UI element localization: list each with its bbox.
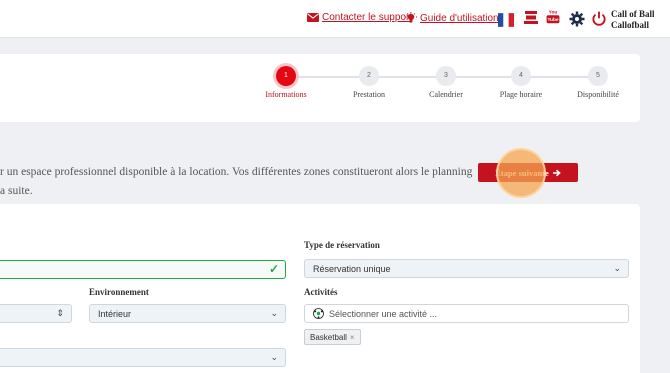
- step-number: 4: [511, 66, 531, 86]
- step-calendrier[interactable]: 3 Calendrier: [411, 66, 481, 99]
- name-field[interactable]: ✓: [0, 260, 286, 279]
- power-icon[interactable]: [591, 11, 607, 27]
- youtube-icon[interactable]: YouTube: [545, 8, 561, 24]
- step-plage-horaire[interactable]: 4 Plage horaire: [486, 66, 556, 99]
- step-prestation[interactable]: 2 Prestation: [334, 66, 404, 99]
- intro-line: a suite.: [0, 185, 33, 197]
- svg-text:Tube: Tube: [547, 17, 558, 23]
- step-number: 5: [588, 66, 608, 86]
- intro-line: r un espace professionnel disponible à l…: [0, 166, 473, 178]
- user-guide-link[interactable]: Guide d'utilisation: [405, 12, 499, 24]
- step-informations[interactable]: 1 Informations: [251, 66, 321, 99]
- chevron-down-icon: ⌄: [270, 308, 278, 318]
- activity-tag-basketball[interactable]: Basketball ×: [304, 329, 361, 345]
- environnement-select[interactable]: Intérieur ⌄: [89, 304, 286, 323]
- user-handle: Callofball: [611, 20, 650, 30]
- arrow-right-icon: [552, 169, 561, 176]
- french-flag-icon[interactable]: [498, 12, 514, 28]
- environnement-value: Intérieur: [98, 308, 132, 319]
- form-card: ✓ Type de réservation Réservation unique…: [0, 204, 640, 373]
- step-label: Disponibilité: [577, 90, 619, 99]
- gear-icon[interactable]: [569, 11, 585, 27]
- intro-text: r un espace professionnel disponible à l…: [0, 163, 472, 201]
- step-number: 2: [359, 66, 379, 86]
- step-label: Plage horaire: [499, 90, 543, 99]
- chevron-down-icon: ⌄: [613, 263, 621, 273]
- type-reservation-label: Type de réservation: [304, 240, 380, 250]
- type-reservation-value: Réservation unique: [313, 263, 391, 274]
- svg-text:You: You: [549, 10, 558, 16]
- activites-label: Activités: [304, 287, 338, 297]
- step-label: Informations: [265, 90, 307, 99]
- remove-tag-icon[interactable]: ×: [350, 333, 355, 342]
- step-label: Prestation: [353, 90, 385, 99]
- activity-tag-label: Basketball: [310, 332, 347, 342]
- check-icon: ✓: [268, 262, 279, 276]
- step-disponibilite[interactable]: 5 Disponibilité: [563, 66, 633, 99]
- step-number: 3: [436, 66, 456, 86]
- environnement-label: Environnement: [89, 287, 149, 297]
- sort-icon: ⇕: [56, 308, 64, 318]
- activites-select[interactable]: Sélectionner une activité ...: [304, 304, 629, 323]
- contact-support-link[interactable]: Contacter le support: [307, 12, 412, 23]
- left-select[interactable]: ⇕: [0, 304, 72, 323]
- soccer-ball-icon: [313, 308, 324, 319]
- top-bar: Contacter le support Guide d'utilisation…: [0, 0, 670, 38]
- next-step-label: Étape suivante: [495, 167, 549, 178]
- chevron-down-icon: ⌄: [270, 352, 278, 362]
- store-icon[interactable]: [523, 10, 539, 26]
- type-reservation-select[interactable]: Réservation unique ⌄: [304, 259, 629, 278]
- lightbulb-icon: [405, 12, 417, 23]
- contact-support-label: Contacter le support: [322, 12, 413, 23]
- user-account[interactable]: Call of Ball Callofball: [611, 9, 655, 31]
- user-name: Call of Ball: [611, 9, 655, 19]
- next-step-button[interactable]: Étape suivante: [478, 163, 578, 182]
- user-guide-label: Guide d'utilisation: [420, 12, 499, 24]
- step-label: Calendrier: [429, 90, 463, 99]
- envelope-icon: [307, 13, 319, 22]
- activites-placeholder: Sélectionner une activité ...: [329, 308, 438, 319]
- stepper-card: 1 Informations 2 Prestation 3 Calendrier…: [0, 54, 640, 122]
- bottom-select[interactable]: ⌄: [0, 348, 286, 367]
- step-number: 1: [276, 66, 296, 86]
